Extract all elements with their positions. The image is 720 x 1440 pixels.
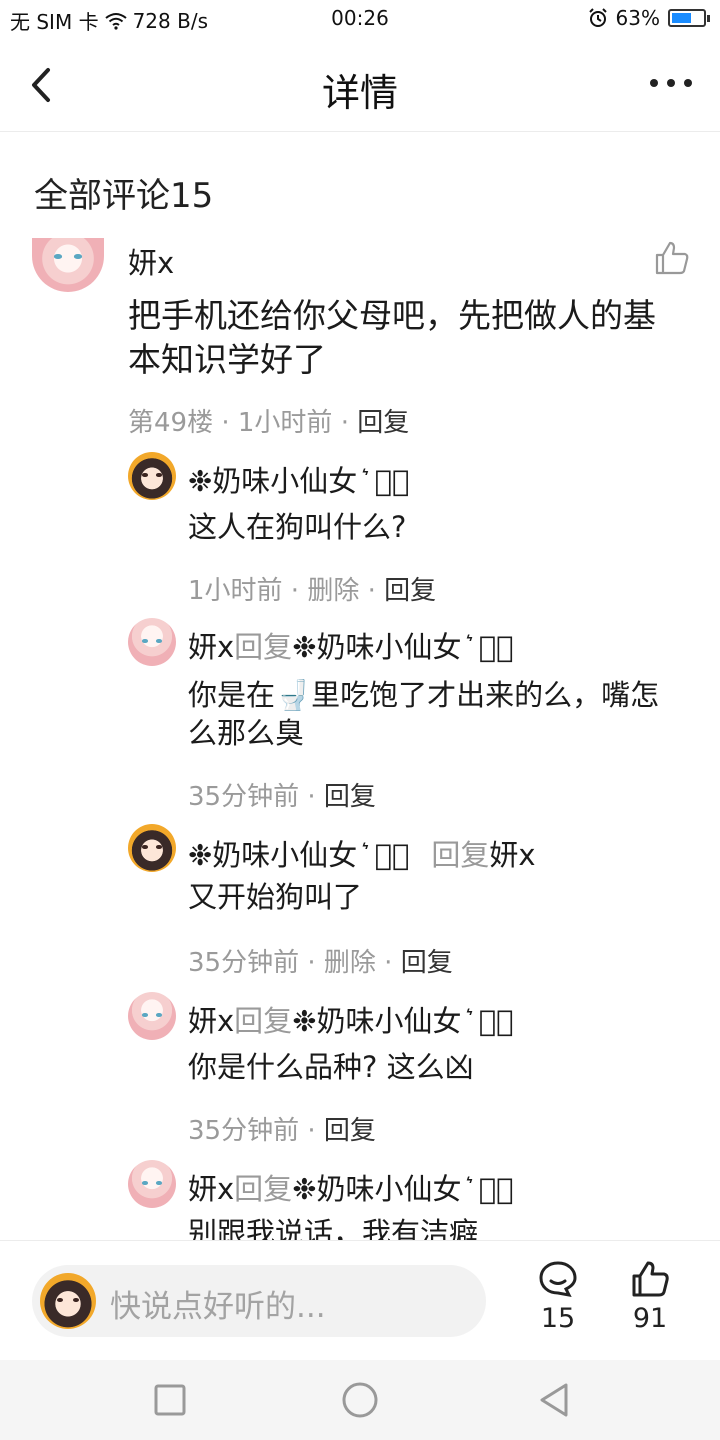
reply-button[interactable]: 回复: [357, 408, 409, 438]
avatar[interactable]: [32, 238, 104, 292]
comment-count-button[interactable]: 15: [528, 1259, 588, 1334]
floor-number: 第49楼: [128, 408, 214, 438]
reply-button[interactable]: 回复: [401, 948, 453, 978]
reply-meta: 35分钟前 · 回复: [188, 782, 376, 812]
reply-button[interactable]: 回复: [324, 782, 376, 812]
back-icon[interactable]: [534, 1380, 574, 1420]
comment-time: 1小时前: [237, 408, 333, 438]
system-nav-bar: [0, 1360, 720, 1440]
reply-time: 35分钟前: [188, 1116, 300, 1146]
comment-text: 把手机还给你父母吧，先把做人的基本知识学好了: [128, 296, 656, 379]
home-icon[interactable]: [340, 1380, 380, 1420]
reply-author[interactable]: 妍x回复❉奶味小仙女 ͛ ཻ͛: [188, 624, 514, 666]
reply-meta: 35分钟前 · 删除 · 回复: [188, 948, 453, 978]
recent-apps-icon[interactable]: [150, 1380, 190, 1420]
comment-bubble-icon: [539, 1261, 577, 1298]
like-count: 91: [632, 1303, 668, 1334]
bottom-action-bar: 快说点好听的... 15 91: [0, 1240, 720, 1360]
thumb-up-icon[interactable]: [654, 240, 690, 276]
more-dots-icon[interactable]: [646, 68, 696, 98]
avatar[interactable]: [128, 824, 176, 872]
page-title: 详情: [321, 71, 398, 115]
reply-time: 1小时前: [188, 576, 283, 606]
delete-button[interactable]: 删除: [324, 948, 376, 978]
reply-author[interactable]: ❉奶味小仙女 ͛ ཻ͛ 回复妍x: [188, 832, 536, 874]
reply-target[interactable]: ❉奶味小仙女 ͛ ཻ͛: [292, 1172, 513, 1206]
reply-time: 35分钟前: [188, 948, 300, 978]
avatar[interactable]: [128, 992, 176, 1040]
reply-target[interactable]: 妍x: [489, 838, 535, 872]
reply-text: 这人在狗叫什么?: [188, 510, 407, 544]
reply-time: 35分钟前: [188, 782, 300, 812]
comments-section-title: 全部评论15: [34, 176, 214, 216]
delete-button[interactable]: 删除: [307, 576, 359, 606]
reply-button[interactable]: 回复: [324, 1116, 376, 1146]
reply-author[interactable]: 妍x回复❉奶味小仙女 ͛ ཻ͛: [188, 1166, 514, 1208]
avatar[interactable]: [128, 452, 176, 500]
status-right: 63%: [588, 6, 710, 30]
battery-icon: [668, 9, 710, 27]
comment-meta: 第49楼 · 1小时前 · 回复: [128, 408, 410, 438]
reply-text: 又开始狗叫了: [188, 880, 363, 914]
comment-input[interactable]: 快说点好听的...: [32, 1265, 486, 1337]
avatar[interactable]: [128, 618, 176, 666]
comment-author[interactable]: 妍x: [128, 240, 174, 282]
status-bar: 无 SIM 卡 728 B/s 00:26 63%: [0, 0, 720, 38]
reply-to-label: 回复: [234, 1004, 293, 1038]
alarm-icon: [588, 8, 607, 27]
reply-to-label: 回复: [431, 838, 490, 872]
reply-target[interactable]: ❉奶味小仙女 ͛ ཻ͛: [292, 1004, 513, 1038]
reply-to-label: 回复: [234, 630, 293, 664]
reply-author[interactable]: 妍x回复❉奶味小仙女 ͛ ཻ͛: [188, 998, 514, 1040]
top-nav-bar: 详情: [0, 38, 720, 132]
reply-meta: 1小时前 · 删除 · 回复: [188, 576, 437, 606]
reply-author[interactable]: ❉奶味小仙女 ͛ ཻ͛: [188, 458, 409, 500]
battery-percent: 63%: [615, 6, 660, 30]
thumb-up-icon: [632, 1261, 669, 1297]
reply-to-label: 回复: [234, 1172, 293, 1206]
avatar[interactable]: [128, 1160, 176, 1208]
reply-button[interactable]: 回复: [384, 576, 436, 606]
comment-input-placeholder: 快说点好听的...: [110, 1289, 326, 1325]
reply-text: 你是在🚽里吃饱了才出来的么，嘴怎么那么臭: [188, 678, 660, 750]
like-count-button[interactable]: 91: [620, 1259, 680, 1334]
avatar: [40, 1273, 96, 1329]
reply-text: 你是什么品种? 这么凶: [188, 1050, 474, 1084]
reply-target[interactable]: ❉奶味小仙女 ͛ ཻ͛: [292, 630, 513, 664]
reply-meta: 35分钟前 · 回复: [188, 1116, 376, 1146]
comment-count: 15: [540, 1303, 576, 1334]
